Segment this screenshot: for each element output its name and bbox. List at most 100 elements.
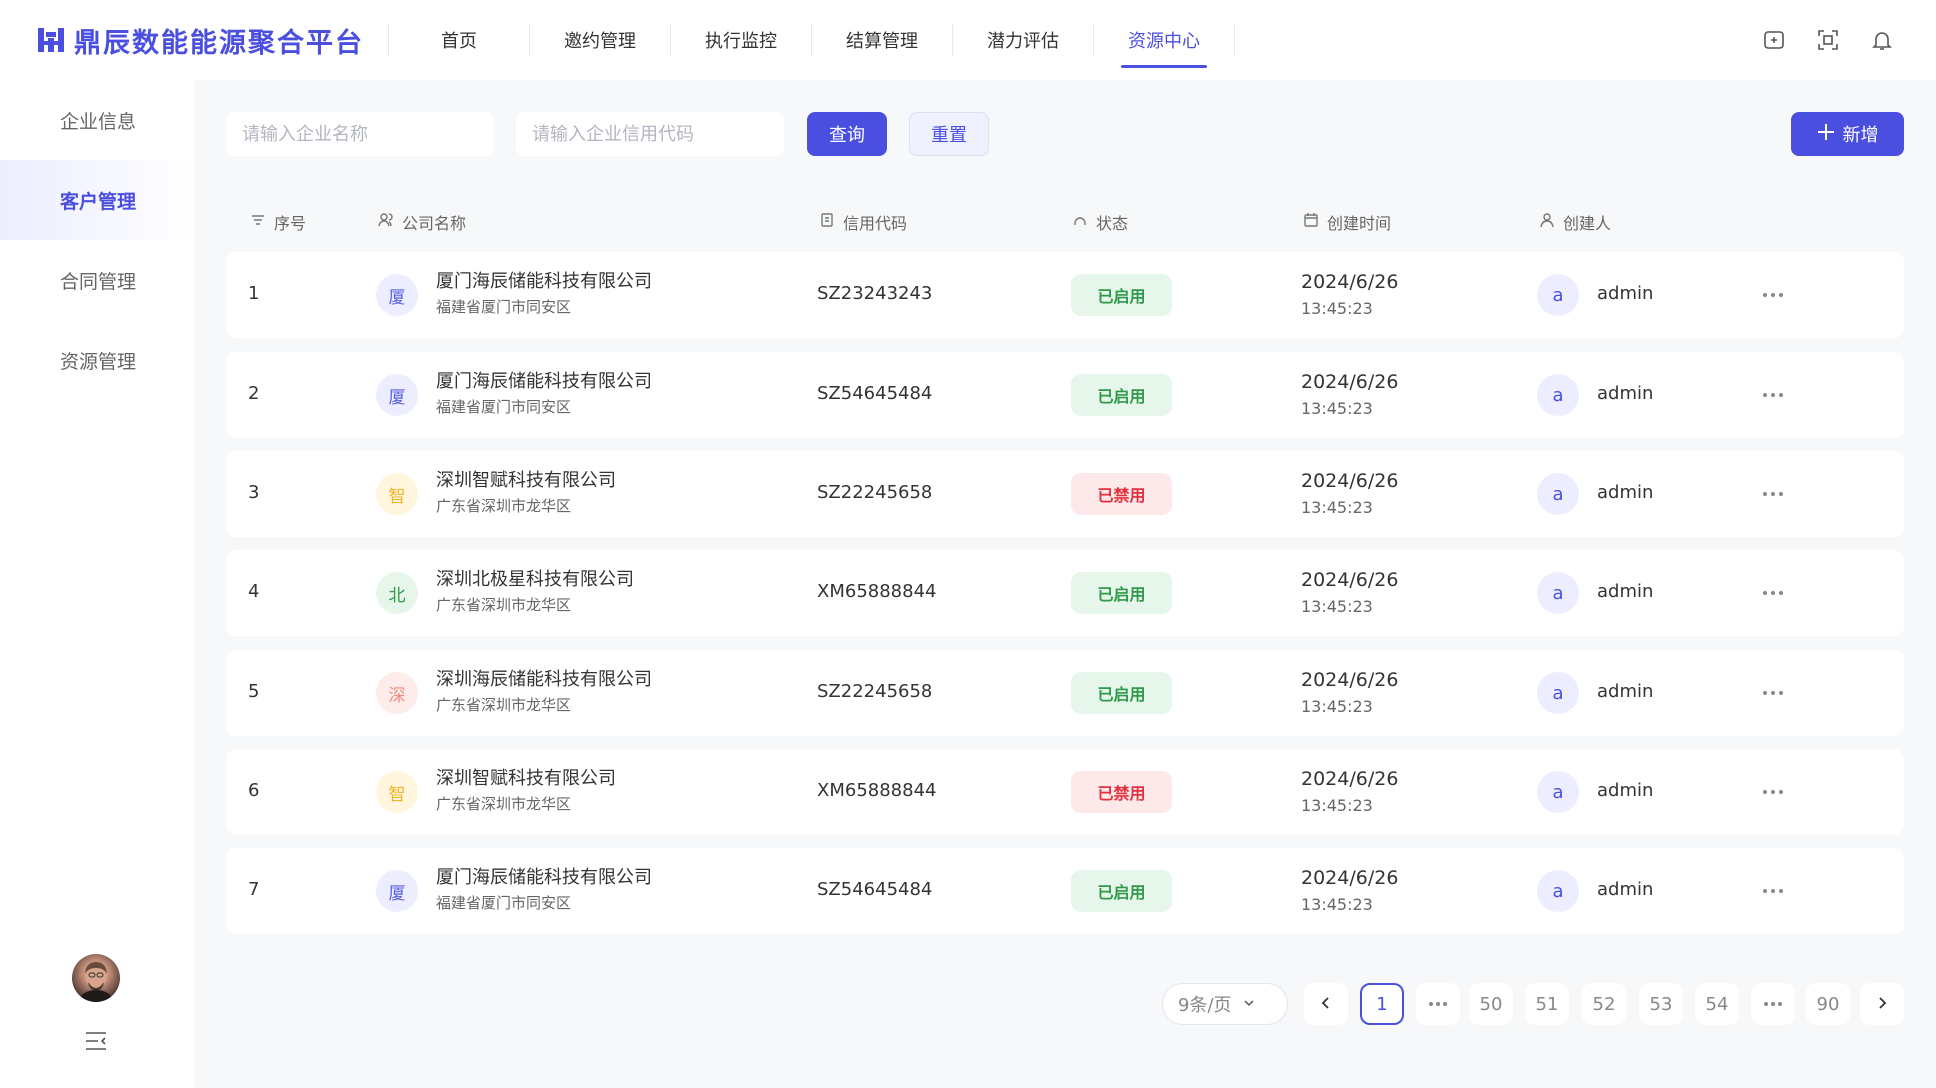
nav-assessment[interactable]: 潜力评估	[953, 0, 1093, 80]
company-name[interactable]: 厦门海辰储能科技有限公司	[436, 369, 652, 395]
chevron-right-icon	[1875, 994, 1889, 1015]
more-icon[interactable]	[1759, 383, 1787, 407]
reset-button[interactable]: 重置	[909, 112, 989, 156]
row-index: 1	[248, 283, 260, 304]
more-icon[interactable]	[1759, 283, 1787, 307]
header-status: 状态	[1072, 210, 1128, 234]
collapse-menu-icon[interactable]	[84, 1030, 110, 1054]
credit-code: SZ22245658	[817, 681, 933, 702]
nav-monitoring[interactable]: 执行监控	[671, 0, 811, 80]
add-button[interactable]: 新增	[1791, 112, 1904, 156]
credit-code: XM65888844	[817, 780, 937, 801]
company-cell: 深圳智赋科技有限公司广东省深圳市龙华区	[436, 766, 616, 816]
company-badge: 深	[376, 672, 418, 714]
company-region: 福建省厦门市同安区	[436, 894, 572, 912]
created-time: 2024/6/26 13:45:23	[1301, 368, 1398, 422]
row-index: 5	[248, 681, 260, 702]
prev-page-button[interactable]	[1304, 983, 1348, 1025]
company-badge: 厦	[376, 870, 418, 912]
company-region: 广东省深圳市龙华区	[436, 795, 572, 813]
sidebar-item-contract-management[interactable]: 合同管理	[0, 240, 194, 320]
more-icon[interactable]	[1759, 681, 1787, 705]
status-badge: 已禁用	[1071, 473, 1172, 515]
more-icon[interactable]	[1759, 482, 1787, 506]
company-name[interactable]: 深圳智赋科技有限公司	[436, 468, 616, 494]
company-cell: 厦门海辰储能科技有限公司 福建省厦门市同安区	[436, 369, 652, 419]
ellipsis-icon[interactable]	[1751, 983, 1795, 1025]
sidebar-item-company-info[interactable]: 企业信息	[0, 80, 194, 160]
chevron-left-icon	[1319, 994, 1333, 1015]
table-row[interactable]: 3 智深圳智赋科技有限公司 广东省深圳市龙华区 SZ22245658 已禁用 2024/6…	[226, 451, 1904, 537]
page-button[interactable]: 90	[1806, 983, 1850, 1025]
table-row[interactable]: 4 北深圳北极星科技有限公司 广东省深圳市龙华区 XM65888844 已启用 2024/…	[226, 550, 1904, 636]
company-name-input[interactable]	[226, 112, 494, 156]
table-row[interactable]: 5 深深圳海辰储能科技有限公司 广东省深圳市龙华区 SZ22245658 已启用 2024…	[226, 650, 1904, 736]
company-cell: 深圳北极星科技有限公司 广东省深圳市龙华区	[436, 567, 634, 617]
created-date: 2024/6/26	[1301, 669, 1399, 691]
created-date: 2024/6/26	[1301, 569, 1399, 591]
credit-code: SZ23243243	[817, 283, 933, 304]
created-time: 2024/6/26 13:45:23	[1301, 467, 1398, 521]
header-created: 创建时间	[1303, 210, 1391, 234]
created-clock: 13:45:23	[1301, 895, 1373, 914]
creator-name: admin	[1597, 780, 1654, 801]
header-index: 序号	[250, 210, 306, 234]
company-name[interactable]: 厦门海辰储能科技有限公司	[436, 865, 652, 891]
credit-code-input[interactable]	[516, 112, 784, 156]
row-index: 3	[248, 482, 260, 503]
creator-avatar: a	[1537, 274, 1579, 316]
next-page-button[interactable]	[1860, 983, 1904, 1025]
company-region: 福建省厦门市同安区	[436, 298, 572, 316]
brand-logo[interactable]: 鼎辰数能能源聚合平台	[36, 21, 364, 60]
table-row[interactable]: 1 厦厦门海辰储能科技有限公司 福建省厦门市同安区 SZ23243243 已启用 2024…	[226, 252, 1904, 338]
company-badge: 北	[376, 572, 418, 614]
created-time: 2024/6/26 13:45:23	[1301, 864, 1398, 918]
page-button[interactable]: 54	[1695, 983, 1739, 1025]
company-name[interactable]: 深圳智赋科技有限公司	[436, 766, 616, 792]
table-row[interactable]: 2 厦厦门海辰储能科技有限公司 福建省厦门市同安区 SZ54645484 已启用 2024…	[226, 352, 1904, 438]
table-row[interactable]: 7 厦厦门海辰储能科技有限公司 福建省厦门市同安区 SZ54645484 已启用 2024…	[226, 848, 1904, 934]
company-badge: 智	[376, 771, 418, 813]
page-button[interactable]: 53	[1639, 983, 1683, 1025]
page-button[interactable]: 1	[1360, 983, 1404, 1025]
creator-avatar: a	[1537, 771, 1579, 813]
query-button[interactable]: 查询	[807, 112, 887, 156]
bell-icon[interactable]	[1868, 26, 1896, 54]
sidebar-item-customer-management[interactable]: 客户管理	[0, 160, 194, 240]
company-region: 广东省深圳市龙华区	[436, 497, 572, 515]
created-date: 2024/6/26	[1301, 768, 1399, 790]
screen-record-icon[interactable]	[1760, 26, 1788, 54]
company-cell: 深圳海辰储能科技有限公司 广东省深圳市龙华区	[436, 667, 652, 717]
page-button[interactable]: 51	[1525, 983, 1569, 1025]
status-badge: 已启用	[1071, 572, 1172, 614]
created-clock: 13:45:23	[1301, 399, 1373, 418]
row-index: 2	[248, 383, 260, 404]
company-name[interactable]: 厦门海辰储能科技有限公司	[436, 269, 652, 295]
more-icon[interactable]	[1759, 879, 1787, 903]
nav-home[interactable]: 首页	[389, 0, 529, 80]
brand-name: 鼎辰数能能源聚合平台	[74, 27, 364, 59]
created-time: 2024/6/26 13:45:23	[1301, 666, 1398, 720]
created-date: 2024/6/26	[1301, 867, 1399, 889]
company-name[interactable]: 深圳北极星科技有限公司	[436, 567, 634, 593]
sidebar-item-resource-management[interactable]: 资源管理	[0, 320, 194, 400]
nav-invitation[interactable]: 邀约管理	[530, 0, 670, 80]
company-name[interactable]: 深圳海辰储能科技有限公司	[436, 667, 652, 693]
page-size-select[interactable]: 9条/页	[1162, 983, 1288, 1025]
created-clock: 13:45:23	[1301, 697, 1373, 716]
page-button[interactable]: 52	[1582, 983, 1626, 1025]
more-icon[interactable]	[1759, 581, 1787, 605]
table-row[interactable]: 6 智深圳智赋科技有限公司 广东省深圳市龙华区 XM65888844 已禁用 2024/6…	[226, 749, 1904, 835]
nav-resource-center[interactable]: 资源中心	[1094, 0, 1234, 80]
created-date: 2024/6/26	[1301, 371, 1399, 393]
company-cell: 厦门海辰储能科技有限公司福建省厦门市同安区	[436, 269, 652, 319]
header-code: 信用代码	[819, 210, 907, 234]
row-index: 4	[248, 581, 260, 602]
user-avatar[interactable]	[72, 954, 120, 1002]
ellipsis-icon[interactable]	[1416, 983, 1460, 1025]
fullscreen-icon[interactable]	[1814, 26, 1842, 54]
more-icon[interactable]	[1759, 780, 1787, 804]
page-button[interactable]: 50	[1469, 983, 1513, 1025]
creator-avatar: a	[1537, 672, 1579, 714]
nav-settlement[interactable]: 结算管理	[812, 0, 952, 80]
